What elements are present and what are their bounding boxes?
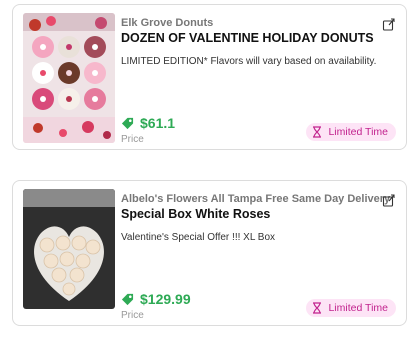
product-title[interactable]: Special Box White Roses	[121, 207, 270, 221]
tag-icon	[121, 117, 134, 129]
product-price: $61.1	[140, 115, 176, 131]
share-box-icon[interactable]	[382, 17, 396, 31]
hourglass-icon	[313, 126, 322, 138]
hourglass-icon	[313, 302, 322, 314]
product-description: LIMITED EDITION* Flavors will vary based…	[121, 56, 377, 67]
product-image-roses[interactable]	[23, 189, 115, 309]
price-row: $61.1	[121, 115, 175, 131]
tag-icon	[121, 293, 134, 305]
product-title[interactable]: DOZEN OF VALENTINE HOLIDAY DONUTS	[121, 31, 374, 45]
product-image-donuts[interactable]	[23, 13, 115, 143]
vendor-name: Elk Grove Donuts	[121, 17, 214, 29]
share-box-icon[interactable]	[382, 193, 396, 207]
price-label: Price	[121, 310, 144, 321]
product-description: Valentine's Special Offer !!! XL Box	[121, 232, 276, 243]
badge-label: Limited Time	[328, 302, 388, 314]
limited-time-badge: Limited Time	[306, 123, 396, 141]
limited-time-badge: Limited Time	[306, 299, 396, 317]
price-label: Price	[121, 134, 144, 145]
product-price: $129.99	[140, 291, 191, 307]
price-row: $129.99	[121, 291, 191, 307]
vendor-name: Albelo's Flowers All Tampa Free Same Day…	[121, 193, 391, 205]
product-card[interactable]: Elk Grove Donuts DOZEN OF VALENTINE HOLI…	[12, 4, 407, 150]
badge-label: Limited Time	[328, 126, 388, 138]
product-card[interactable]: Albelo's Flowers All Tampa Free Same Day…	[12, 180, 407, 326]
